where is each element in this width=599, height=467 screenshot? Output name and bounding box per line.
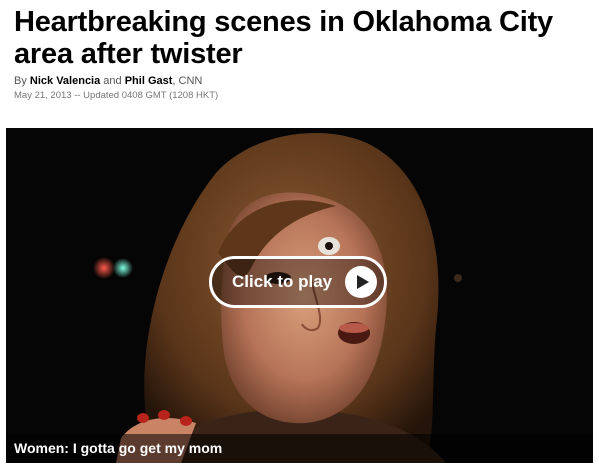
play-button-label: Click to play bbox=[232, 272, 333, 291]
video-player[interactable]: Click to play Women: I gotta go get my m… bbox=[6, 128, 593, 463]
byline-source: , CNN bbox=[172, 75, 203, 87]
author-link-nick-valencia[interactable]: Nick Valencia bbox=[30, 75, 100, 87]
timestamp: May 21, 2013 -- Updated 0408 GMT (1208 H… bbox=[14, 90, 219, 101]
article-header: Heartbreaking scenes in Oklahoma City ar… bbox=[14, 6, 589, 102]
headline: Heartbreaking scenes in Oklahoma City ar… bbox=[14, 6, 553, 70]
play-button[interactable]: Click to play bbox=[209, 256, 387, 308]
play-icon bbox=[345, 266, 377, 298]
video-caption: Women: I gotta go get my mom bbox=[14, 440, 223, 456]
author-link-phil-gast[interactable]: Phil Gast bbox=[125, 75, 173, 87]
byline-conjunction: and bbox=[103, 75, 122, 87]
byline-prefix: By bbox=[14, 75, 27, 87]
byline: By Nick Valencia and Phil Gast, CNN bbox=[14, 75, 589, 88]
video-caption-bar: Women: I gotta go get my mom bbox=[6, 434, 593, 463]
